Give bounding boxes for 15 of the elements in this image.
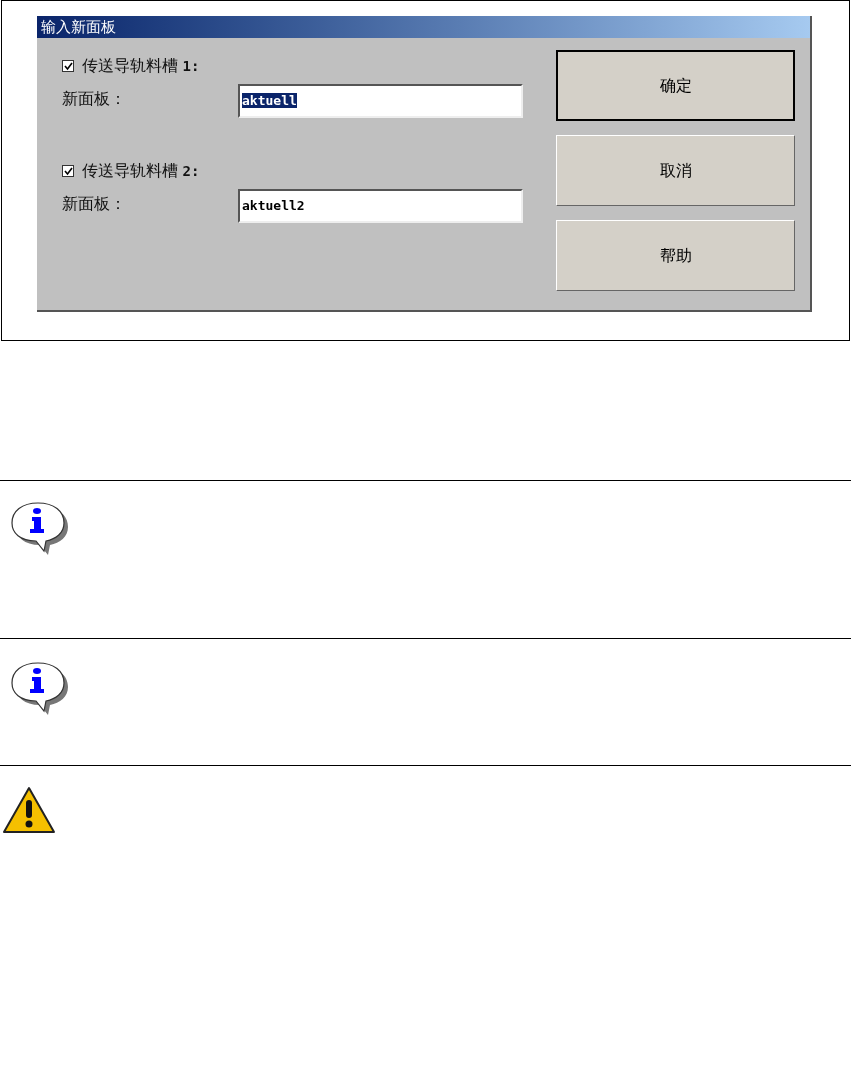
warning-icon [2, 786, 56, 834]
info-icon [10, 661, 68, 715]
window-title: 输入新面板 [37, 16, 810, 38]
checkbox-label: 传送导轨料槽 1: [82, 56, 200, 76]
input-field[interactable]: aktuell [238, 84, 523, 118]
field-label: 新面板： [62, 194, 127, 214]
dialog-button[interactable]: 帮助 [556, 220, 795, 291]
checkbox[interactable] [62, 165, 74, 177]
field-label: 新面板： [62, 89, 127, 109]
checkbox[interactable] [62, 60, 74, 72]
checkbox-label: 传送导轨料槽 2: [82, 161, 200, 181]
dialog-button[interactable]: 确定 [556, 50, 795, 121]
info-icon [10, 501, 68, 555]
dialog-button[interactable]: 取消 [556, 135, 795, 206]
input-field[interactable]: aktuell2 [238, 189, 523, 223]
